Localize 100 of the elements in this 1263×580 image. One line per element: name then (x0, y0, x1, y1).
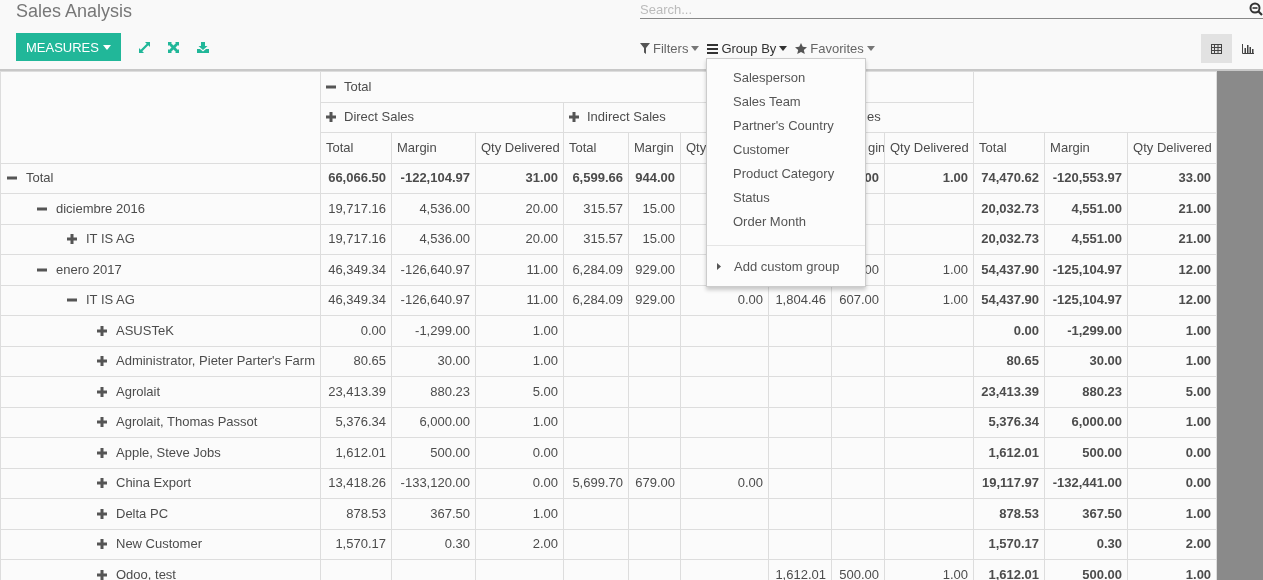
value-cell: 20,032.73 (981, 200, 1040, 216)
plus-icon[interactable] (97, 447, 107, 458)
row-header[interactable]: Apple, Steve Jobs (116, 445, 221, 460)
value-cell: 500.00 (430, 444, 470, 460)
plus-icon[interactable] (67, 234, 77, 245)
search-menu[interactable]: Filters (640, 41, 700, 56)
plus-icon[interactable] (97, 356, 107, 367)
value-cell: 80.65 (1006, 353, 1040, 369)
row-header[interactable]: China Export (116, 476, 192, 491)
bar-chart-icon (1241, 43, 1254, 54)
value-cell: 929.00 (635, 292, 675, 308)
value-cell: 500.00 (839, 567, 879, 580)
value-cell: 5,376.34 (988, 414, 1040, 430)
row-header[interactable]: Agrolait (116, 384, 161, 399)
value-cell: 4,551.00 (1071, 200, 1123, 216)
column-header[interactable]: Direct Sales (344, 110, 415, 125)
plus-icon[interactable] (97, 539, 107, 550)
value-cell: 1,570.17 (988, 536, 1040, 552)
plus-icon[interactable] (569, 112, 579, 123)
list-icon (707, 43, 719, 54)
value-cell: 11.00 (526, 292, 558, 308)
value-cell: 1.00 (1185, 353, 1212, 369)
star-icon (795, 43, 808, 54)
value-cell: 367.50 (430, 505, 470, 521)
measure-header[interactable]: Total (326, 139, 354, 155)
value-cell: 33.00 (1178, 170, 1212, 186)
value-cell: 12.00 (1178, 292, 1212, 308)
value-cell: 66,066.50 (328, 170, 386, 186)
value-cell: 1.00 (1185, 322, 1212, 338)
row-header[interactable]: New Customer (116, 537, 202, 552)
value-cell: 31.00 (525, 170, 558, 186)
menu-item[interactable]: Product Category (707, 161, 865, 185)
menu-item[interactable]: Order Month (707, 209, 865, 233)
plus-icon[interactable] (97, 386, 107, 397)
value-cell: 12.00 (1178, 261, 1212, 277)
column-header[interactable]: Total (344, 79, 372, 94)
value-cell: 54,437.90 (981, 261, 1040, 277)
plus-icon[interactable] (97, 478, 107, 489)
caret-icon (866, 46, 875, 51)
row-header[interactable]: IT IS AG (86, 232, 135, 247)
row-header[interactable]: Delta PC (116, 506, 169, 521)
measure-header[interactable]: Qty (686, 139, 707, 155)
search-field[interactable]: Search... (640, 1, 1249, 17)
value-cell: 1.00 (532, 322, 558, 338)
plus-icon[interactable] (97, 570, 107, 580)
plus-icon[interactable] (97, 508, 107, 519)
value-cell: 30.00 (1089, 353, 1123, 369)
caret-icon (717, 263, 721, 270)
row-header[interactable]: enero 2017 (56, 262, 122, 277)
value-cell: -125,104.97 (1052, 292, 1123, 308)
value-cell: 15.00 (642, 231, 675, 247)
value-cell: 80.65 (353, 353, 386, 369)
value-cell: 0.00 (1013, 322, 1040, 338)
value-cell: 6,284.09 (572, 261, 623, 277)
measure-header[interactable]: Total (979, 139, 1007, 155)
search-icon[interactable] (1249, 2, 1263, 16)
value-cell: 0.00 (737, 292, 763, 308)
value-cell: 6,599.66 (572, 170, 623, 186)
row-header[interactable]: IT IS AG (86, 293, 135, 308)
plus-icon[interactable] (97, 325, 107, 336)
value-cell: 74,470.62 (981, 170, 1040, 186)
menu-item[interactable]: Partner's Country (707, 113, 865, 137)
value-cell: 20.00 (525, 200, 558, 216)
search-menu[interactable]: Group By (707, 41, 788, 56)
value-cell: 30.00 (437, 353, 470, 369)
value-cell: 54,437.90 (981, 292, 1040, 308)
value-cell: 1.00 (942, 170, 969, 186)
value-cell: 1.00 (942, 292, 969, 308)
caret-icon (779, 46, 788, 51)
value-cell: 0.00 (360, 322, 386, 338)
value-cell: 13,418.26 (328, 475, 386, 491)
value-cell: 20.00 (525, 231, 558, 247)
value-cell: 19,717.16 (328, 231, 386, 247)
plus-icon[interactable] (326, 112, 336, 123)
menu-item[interactable]: Status (707, 185, 865, 209)
row-header[interactable]: Total (26, 171, 54, 186)
view-switch[interactable] (1201, 34, 1232, 63)
menu-item[interactable]: Salesperson (707, 65, 865, 89)
value-cell: 4,536.00 (419, 231, 470, 247)
value-cell: 1.00 (1185, 414, 1212, 430)
value-cell: 23,413.39 (981, 383, 1040, 399)
value-cell: 6,000.00 (1071, 414, 1123, 430)
search-menu[interactable]: Favorites (795, 41, 875, 56)
row-header[interactable]: Odoo, test (116, 568, 176, 580)
column-header[interactable]: es (867, 110, 881, 125)
menu-item[interactable]: Customer (707, 137, 865, 161)
value-cell: 500.00 (1082, 444, 1123, 460)
value-cell: 15.00 (642, 200, 675, 216)
column-header[interactable]: Indirect Sales (587, 110, 666, 125)
page-title: Sales Analysis (16, 1, 134, 23)
row-header[interactable]: ASUSTeK (116, 323, 174, 338)
plus-icon[interactable] (97, 417, 107, 428)
value-cell: 2.00 (1185, 536, 1212, 552)
value-cell: -120,553.97 (1052, 170, 1123, 186)
menu-item[interactable]: Add custom group (734, 259, 840, 274)
value-cell: 929.00 (635, 261, 675, 277)
value-cell: 46,349.34 (328, 261, 386, 277)
menu-item[interactable]: Sales Team (707, 89, 865, 113)
value-cell: -126,640.97 (400, 292, 470, 308)
row-header[interactable]: diciembre 2016 (56, 201, 145, 216)
